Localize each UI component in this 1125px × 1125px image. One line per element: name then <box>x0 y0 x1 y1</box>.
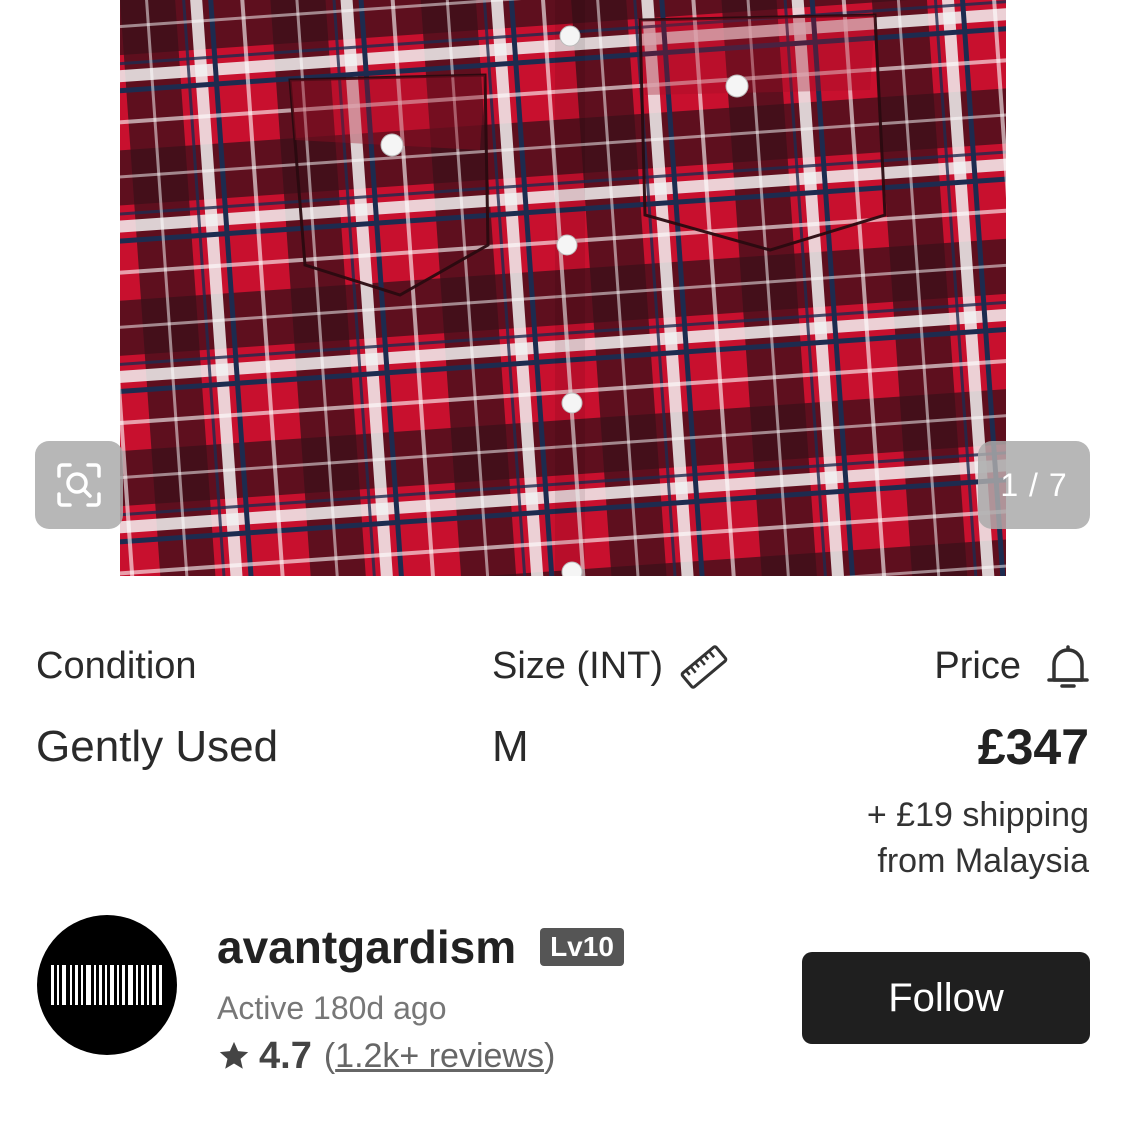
seller-rating: 4.7 (1.2k+ reviews) <box>217 1034 555 1078</box>
rating-value: 4.7 <box>259 1034 312 1077</box>
condition-value: Gently Used <box>36 722 279 771</box>
bell-icon[interactable] <box>1046 644 1090 697</box>
zoom-button[interactable] <box>35 441 123 529</box>
zoom-scan-icon <box>57 463 101 507</box>
follow-button[interactable]: Follow <box>802 952 1090 1044</box>
seller-last-active: Active 180d ago <box>217 990 447 1026</box>
shipping-origin: from Malaysia <box>877 842 1089 880</box>
product-gallery[interactable]: 1 / 7 <box>0 0 1125 576</box>
reviews-link[interactable]: 1.2k+ reviews <box>335 1037 544 1075</box>
seller-name[interactable]: avantgardism <box>217 920 516 974</box>
barcode-logo <box>51 965 162 1005</box>
size-label: Size (INT) <box>492 645 663 687</box>
reviews-count[interactable]: (1.2k+ reviews) <box>324 1037 555 1076</box>
product-photo[interactable] <box>120 0 1006 576</box>
star-icon <box>219 1041 249 1069</box>
image-counter: 1 / 7 <box>978 441 1090 529</box>
reviews-close-paren: ) <box>543 1036 556 1075</box>
seller-level-badge: Lv10 <box>540 928 624 966</box>
condition-label: Condition <box>36 645 197 687</box>
price-value: £347 <box>977 719 1089 775</box>
reviews-open-paren: ( <box>323 1036 336 1075</box>
size-value: M <box>492 722 529 771</box>
ruler-icon[interactable] <box>678 642 730 699</box>
shipping-cost: + £19 shipping <box>866 796 1089 834</box>
seller-avatar[interactable] <box>37 915 177 1055</box>
price-label: Price <box>934 645 1021 687</box>
